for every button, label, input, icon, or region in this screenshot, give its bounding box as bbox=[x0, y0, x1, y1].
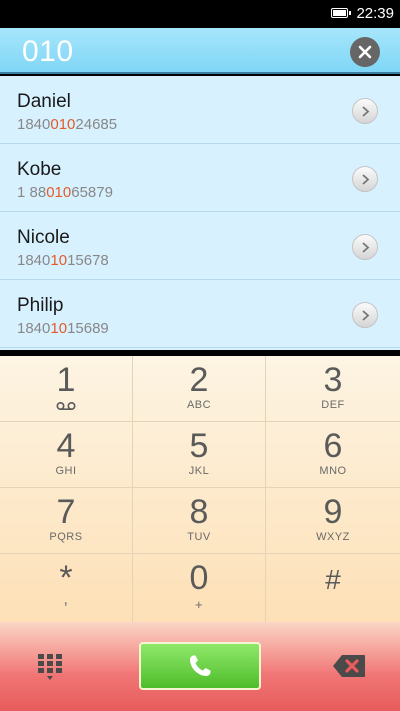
contact-details-button[interactable] bbox=[352, 166, 378, 192]
key-digit: 8 bbox=[189, 493, 209, 531]
key-letters: + bbox=[194, 597, 204, 612]
number-prefix: 1840 bbox=[17, 252, 51, 269]
key-digit: 4 bbox=[56, 427, 76, 465]
dialer-screen: 22:39 010 Daniel 184001024685 Kobe 1 880… bbox=[0, 0, 400, 711]
phone-icon bbox=[190, 655, 211, 676]
key-4[interactable]: 4 GHI bbox=[0, 422, 133, 488]
key-letters: JKL bbox=[188, 465, 210, 477]
number-suffix: 15678 bbox=[67, 252, 109, 269]
key-9[interactable]: 9 WXYZ bbox=[266, 488, 400, 554]
contact-details-button[interactable] bbox=[352, 234, 378, 260]
key-letters: GHI bbox=[55, 465, 77, 477]
key-digit: * bbox=[59, 559, 73, 597]
key-digit: # bbox=[325, 564, 341, 595]
key-7[interactable]: 7 PQRS bbox=[0, 488, 133, 554]
contact-row-daniel[interactable]: Daniel 184001024685 bbox=[0, 76, 400, 144]
key-letters: ABC bbox=[186, 399, 212, 411]
key-digit: 7 bbox=[56, 493, 76, 531]
number-match: 010 bbox=[50, 116, 76, 133]
key-letters: WXYZ bbox=[316, 531, 350, 543]
contact-details-button[interactable] bbox=[352, 302, 378, 328]
status-bar: 22:39 bbox=[0, 0, 400, 28]
key-5[interactable]: 5 JKL bbox=[133, 422, 266, 488]
contact-number: 18401015678 bbox=[17, 252, 109, 269]
key-letters: TUV bbox=[187, 531, 211, 543]
number-prefix: 1840 bbox=[17, 320, 51, 337]
chevron-right-icon bbox=[361, 105, 369, 117]
dialer-action-bar bbox=[0, 622, 400, 711]
number-suffix: 24685 bbox=[75, 116, 118, 133]
key-3[interactable]: 3 DEF bbox=[266, 356, 400, 422]
close-icon bbox=[358, 45, 372, 59]
key-star[interactable]: * , bbox=[0, 554, 133, 622]
key-letters: , bbox=[63, 591, 69, 608]
number-prefix: 1840 bbox=[17, 116, 51, 133]
contact-row-nicole[interactable]: Nicole 18401015678 bbox=[0, 212, 400, 280]
contact-number: 18401015689 bbox=[17, 320, 109, 337]
contact-name: Daniel bbox=[17, 91, 71, 112]
contact-name: Philip bbox=[17, 295, 64, 316]
call-button[interactable] bbox=[139, 642, 261, 690]
number-suffix: 65879 bbox=[71, 184, 113, 201]
number-prefix: 1 88 bbox=[17, 184, 47, 201]
key-digit: 2 bbox=[189, 361, 209, 399]
key-letters: MNO bbox=[319, 465, 347, 477]
battery-full-icon bbox=[331, 8, 351, 18]
dialpad-grid-icon[interactable] bbox=[38, 654, 62, 680]
contact-number: 1 8801065879 bbox=[17, 184, 113, 201]
chevron-right-icon bbox=[361, 173, 369, 185]
key-6[interactable]: 6 MNO bbox=[266, 422, 400, 488]
contact-row-kobe[interactable]: Kobe 1 8801065879 bbox=[0, 144, 400, 212]
contact-details-button[interactable] bbox=[352, 98, 378, 124]
key-digit: 5 bbox=[189, 427, 209, 465]
contact-number: 184001024685 bbox=[17, 116, 117, 133]
dialed-number[interactable]: 010 bbox=[22, 35, 74, 69]
chevron-right-icon bbox=[361, 309, 369, 321]
backspace-icon[interactable] bbox=[332, 654, 366, 678]
key-letters: PQRS bbox=[49, 531, 83, 543]
key-hash[interactable]: # bbox=[266, 554, 400, 622]
dial-keypad: 1 2 ABC 3 DEF 4 GHI 5 JKL 6 MNO 7 PQRS 8… bbox=[0, 352, 400, 622]
key-digit: 1 bbox=[56, 361, 76, 399]
number-input-bar[interactable]: 010 bbox=[0, 28, 400, 74]
contact-results-list: Daniel 184001024685 Kobe 1 8801065879 Ni… bbox=[0, 76, 400, 350]
contact-row-philip[interactable]: Philip 18401015689 bbox=[0, 280, 400, 348]
number-match: 10 bbox=[50, 320, 68, 337]
key-8[interactable]: 8 TUV bbox=[133, 488, 266, 554]
key-letters: DEF bbox=[321, 399, 345, 411]
voicemail-icon bbox=[56, 401, 76, 411]
number-match: 010 bbox=[46, 184, 72, 201]
status-time: 22:39 bbox=[356, 5, 394, 22]
key-digit: 3 bbox=[323, 361, 343, 399]
key-0[interactable]: 0 + bbox=[133, 554, 266, 622]
key-2[interactable]: 2 ABC bbox=[133, 356, 266, 422]
key-digit: 0 bbox=[189, 559, 209, 597]
number-suffix: 15689 bbox=[67, 320, 109, 337]
clear-button[interactable] bbox=[350, 37, 380, 67]
contact-name: Nicole bbox=[17, 227, 70, 248]
chevron-right-icon bbox=[361, 241, 369, 253]
key-1[interactable]: 1 bbox=[0, 356, 133, 422]
key-digit: 6 bbox=[323, 427, 343, 465]
contact-name: Kobe bbox=[17, 159, 62, 180]
number-match: 10 bbox=[50, 252, 68, 269]
key-digit: 9 bbox=[323, 493, 343, 531]
